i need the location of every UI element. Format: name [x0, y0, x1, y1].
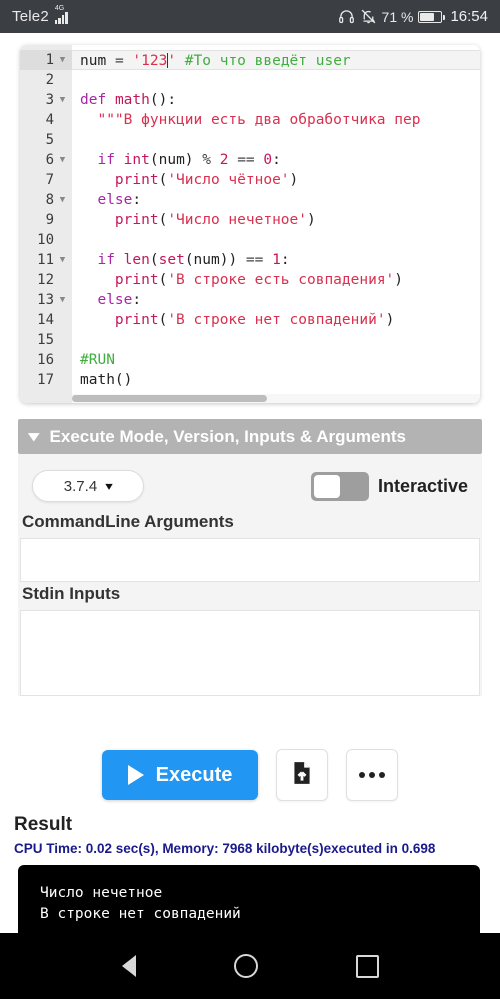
- network-type-label: 4G: [54, 4, 65, 12]
- code-line: num = '123' #То что введёт user: [72, 50, 480, 70]
- line-number: 6 ▼: [20, 150, 72, 170]
- code-line: else:: [97, 192, 142, 208]
- code-line: if int(num) % 2 == 0:: [97, 152, 281, 168]
- stdin-inputs-textarea[interactable]: [20, 610, 480, 696]
- execute-button[interactable]: Execute: [101, 750, 259, 800]
- fold-arrow-icon[interactable]: ▼: [57, 50, 68, 70]
- line-number: 4▼: [45, 112, 54, 128]
- code-line: print('В строке нет совпадений'): [114, 312, 395, 328]
- execute-button-label: Execute: [155, 763, 233, 786]
- code-line: print('Число нечетное'): [114, 212, 316, 228]
- stdin-inputs-label: Stdin Inputs: [22, 584, 121, 603]
- fold-arrow-icon[interactable]: ▼: [57, 90, 68, 110]
- line-number: 13 ▼: [20, 290, 72, 310]
- nav-home-button[interactable]: [233, 954, 258, 978]
- editor-horizontal-scrollbar-thumb[interactable]: [72, 395, 267, 402]
- line-number: 5▼: [45, 132, 54, 148]
- line-number: 12▼: [37, 272, 54, 288]
- battery-icon: [418, 10, 446, 23]
- fold-arrow-icon[interactable]: ▼: [57, 190, 68, 210]
- chevron-down-icon: ▾: [28, 428, 40, 445]
- bell-muted-icon: [360, 8, 377, 25]
- line-number: 2▼: [45, 72, 54, 88]
- result-section-label: Result: [14, 814, 73, 835]
- back-triangle-icon: [121, 955, 136, 977]
- code-line: print('Число чётное'): [114, 172, 299, 188]
- execution-stats-text: CPU Time: 0.02 sec(s), Memory: 7968 kilo…: [14, 841, 436, 856]
- toggle-knob: [313, 474, 340, 498]
- more-horizontal-icon: [359, 772, 386, 778]
- line-number: 15▼: [37, 332, 54, 348]
- commandline-arguments-label: CommandLine Arguments: [22, 512, 234, 531]
- code-line: if len(set(num)) == 1:: [97, 252, 290, 268]
- clock-label: 16:54: [450, 8, 488, 25]
- recents-square-icon: [355, 954, 379, 978]
- line-number: 7▼: [45, 172, 54, 188]
- battery-percent-label: 71 %: [381, 8, 414, 25]
- line-number: 8 ▼: [20, 190, 72, 210]
- signal-strength-icon: 4G: [54, 5, 68, 24]
- execute-mode-section-header[interactable]: ▾ Execute Mode, Version, Inputs & Argume…: [18, 419, 482, 454]
- nav-back-button[interactable]: [121, 955, 136, 977]
- android-status-bar: Tele2 4G 71 % 16:54: [0, 0, 500, 33]
- interactive-toggle-label: Interactive: [377, 475, 468, 496]
- file-upload-button[interactable]: [276, 749, 329, 801]
- console-output-line: Число нечетное: [40, 885, 163, 901]
- code-editor-textarea[interactable]: num = '123' #То что введёт user def math…: [72, 45, 480, 403]
- android-navigation-bar: [0, 933, 500, 999]
- version-and-interactive-row: 3.7.4 ▾ Interactive: [18, 462, 482, 510]
- line-number: 16▼: [37, 352, 54, 368]
- code-editor-card[interactable]: 1▼ 2▼ 3▼ 4▼ 5▼ 6▼ 7▼ 8▼ 9▼ 10▼ 11▼ 12▼ 13▼ 14▼ 15▼ 16▼ 1…: [20, 45, 480, 403]
- execute-mode-panel: 3.7.4 ▾ Interactive CommandLine Argument…: [18, 454, 482, 696]
- headphones-icon: [338, 8, 355, 25]
- home-circle-icon: [233, 954, 258, 978]
- chevron-down-icon: ▾: [105, 479, 113, 493]
- play-icon: [127, 765, 144, 785]
- code-line: def math():: [80, 92, 177, 108]
- python-version-value: 3.7.4: [63, 477, 98, 495]
- interactive-mode-toggle[interactable]: [310, 471, 369, 501]
- line-number: 14▼: [37, 312, 54, 328]
- code-line: print('В строке есть совпадения'): [114, 272, 404, 288]
- more-options-button[interactable]: [346, 749, 399, 801]
- fold-arrow-icon[interactable]: ▼: [57, 250, 68, 270]
- line-number: 1 ▼: [20, 50, 72, 70]
- code-line: math(): [80, 372, 133, 388]
- carrier-label: Tele2: [12, 8, 49, 25]
- line-number: 11 ▼: [20, 250, 72, 270]
- line-number: 17▼: [37, 372, 54, 388]
- line-number: 10▼: [37, 232, 54, 248]
- page-content: 1▼ 2▼ 3▼ 4▼ 5▼ 6▼ 7▼ 8▼ 9▼ 10▼ 11▼ 12▼ 13▼ 14▼ 15▼ 16▼ 1…: [0, 33, 500, 965]
- console-output-line: В строке нет совпадений: [40, 906, 241, 922]
- action-button-row: Execute: [0, 749, 500, 801]
- fold-arrow-icon[interactable]: ▼: [57, 290, 68, 310]
- commandline-arguments-input[interactable]: [20, 538, 480, 582]
- code-line: """В функции есть два обработчика пер: [80, 112, 421, 128]
- file-upload-icon: [289, 760, 315, 791]
- code-line: #RUN: [80, 352, 115, 368]
- line-number: 9▼: [45, 212, 54, 228]
- code-line: else:: [97, 292, 142, 308]
- fold-arrow-icon[interactable]: ▼: [57, 150, 68, 170]
- nav-recents-button[interactable]: [355, 954, 379, 978]
- execute-mode-header-label: Execute Mode, Version, Inputs & Argument…: [49, 426, 406, 446]
- python-version-dropdown[interactable]: 3.7.4 ▾: [32, 470, 144, 502]
- line-number: 3 ▼: [20, 90, 72, 110]
- editor-line-number-gutter: 1▼ 2▼ 3▼ 4▼ 5▼ 6▼ 7▼ 8▼ 9▼ 10▼ 11▼ 12▼ 13▼ 14▼ 15▼ 16▼ 1…: [20, 45, 72, 403]
